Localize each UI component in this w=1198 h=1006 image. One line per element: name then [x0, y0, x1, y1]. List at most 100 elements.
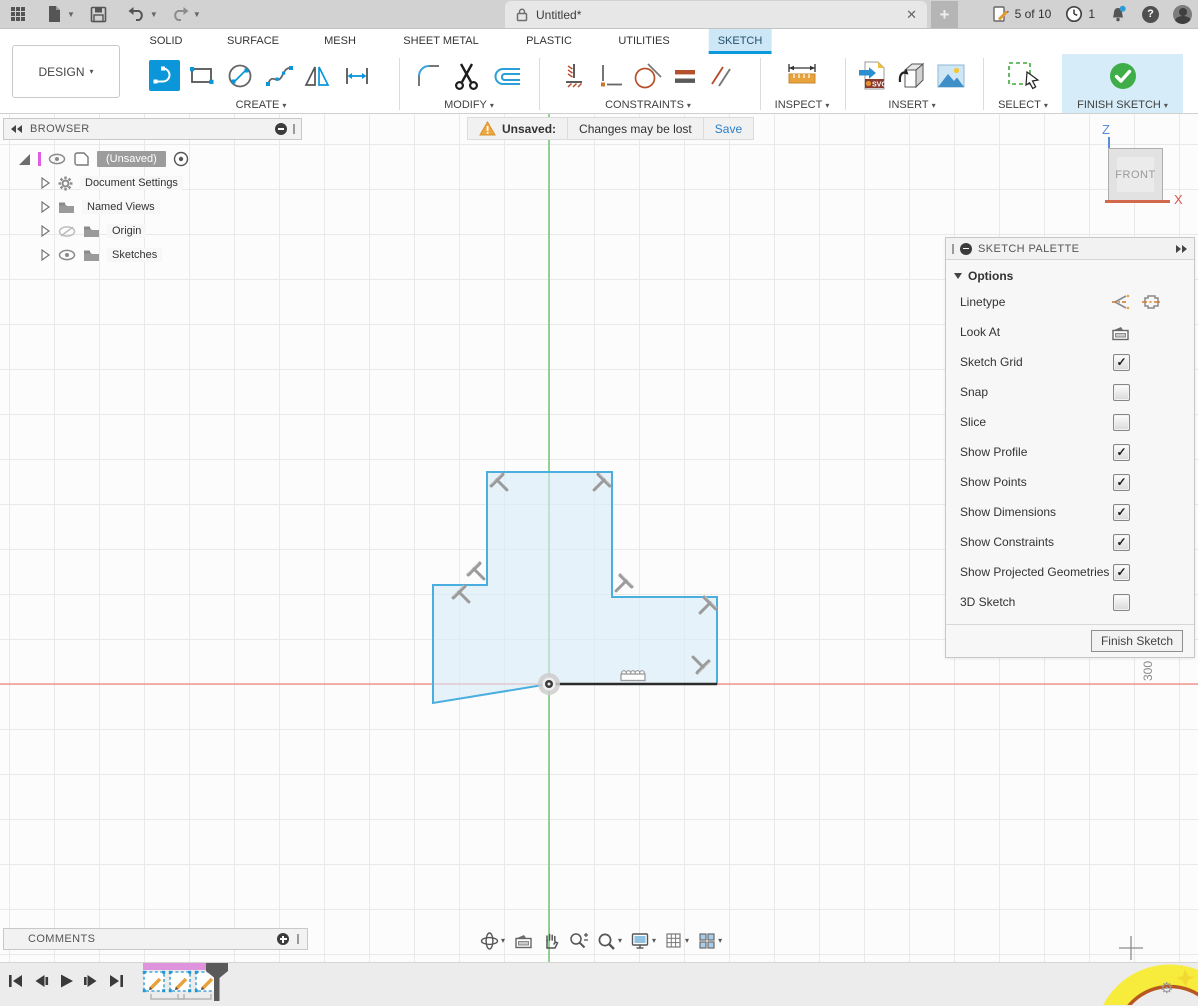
file-menu-icon[interactable] [42, 2, 66, 26]
zoom-control[interactable] [569, 932, 588, 950]
comments-grip[interactable] [297, 934, 299, 944]
save-link[interactable]: Save [715, 122, 742, 136]
snap-checkbox[interactable] [1113, 384, 1130, 401]
help-icon[interactable]: ? [1142, 6, 1159, 23]
insert-mesh-icon[interactable] [896, 60, 928, 91]
3d-sketch-checkbox[interactable] [1113, 594, 1130, 611]
constraints-menu[interactable]: CONSTRAINTS ▾ [605, 97, 691, 113]
show-dimensions-checkbox[interactable] [1113, 504, 1130, 521]
look-at-icon[interactable] [1111, 324, 1130, 341]
comments-header[interactable]: COMMENTS [3, 928, 308, 950]
offset-tool-icon[interactable] [490, 61, 524, 91]
tab-plastic[interactable]: PLASTIC [517, 28, 581, 54]
browser-collapse-icon[interactable] [275, 123, 287, 135]
browser-item-sketches[interactable]: Sketches [3, 243, 302, 267]
show-constraints-checkbox[interactable] [1113, 534, 1130, 551]
look-at-control[interactable] [514, 932, 533, 949]
finish-sketch-button[interactable]: Finish Sketch [1091, 630, 1183, 652]
sketch-palette-header[interactable]: SKETCH PALETTE [946, 238, 1194, 260]
go-to-start-icon[interactable] [8, 973, 24, 989]
collapse-left-icon[interactable] [10, 124, 24, 134]
select-menu[interactable]: SELECT ▾ [998, 97, 1048, 113]
circle-tool-icon[interactable] [224, 60, 256, 92]
browser-item-document-settings[interactable]: Document Settings [3, 171, 302, 195]
create-menu[interactable]: CREATE ▾ [236, 97, 287, 113]
orbit-caret-icon[interactable]: ▾ [501, 936, 505, 945]
sketch-dimension-tool-icon[interactable] [341, 61, 373, 91]
show-points-checkbox[interactable] [1113, 474, 1130, 491]
eye-icon[interactable] [48, 153, 66, 165]
new-tab-button[interactable]: + [931, 1, 958, 28]
file-menu-caret[interactable]: ▼ [67, 10, 75, 19]
tab-mesh[interactable]: MESH [315, 28, 365, 54]
insert-svg-icon[interactable]: SVG [857, 60, 889, 91]
go-to-end-icon[interactable] [108, 973, 124, 989]
select-tool-icon[interactable] [1005, 59, 1041, 93]
timeline-sketch-feature[interactable] [169, 971, 191, 992]
notification-center[interactable]: 1 [1065, 5, 1095, 23]
eye-hidden-icon[interactable] [58, 225, 76, 238]
app-grid-icon[interactable] [6, 2, 30, 26]
display-settings-caret-icon[interactable]: ▾ [652, 936, 656, 945]
timeline-sketch-feature[interactable] [143, 971, 165, 992]
tab-utilities[interactable]: UTILITIES [609, 28, 678, 54]
sketch-origin-point[interactable] [538, 673, 560, 695]
tangent-constraint-icon[interactable] [632, 61, 664, 91]
expand-arrow-icon[interactable] [39, 177, 51, 189]
display-settings-control[interactable]: ▾ [631, 932, 656, 950]
document-tab[interactable]: Untitled* ✕ [505, 1, 927, 28]
browser-item-origin[interactable]: Origin [3, 219, 302, 243]
grid-settings-control[interactable]: ▾ [665, 932, 689, 950]
browser-grip[interactable] [293, 124, 295, 134]
add-comment-icon[interactable] [277, 933, 289, 945]
close-tab-icon[interactable]: ✕ [906, 7, 917, 23]
centerline-linetype-icon[interactable] [1111, 293, 1130, 311]
expand-arrow-icon[interactable] [39, 201, 51, 213]
sketch-grid-checkbox[interactable] [1113, 354, 1130, 371]
step-forward-icon[interactable] [83, 973, 99, 989]
save-icon[interactable] [87, 2, 111, 26]
play-icon[interactable] [58, 973, 74, 989]
slice-checkbox[interactable] [1113, 414, 1130, 431]
browser-root-row[interactable]: (Unsaved) [3, 147, 302, 171]
collapse-right-icon[interactable] [1174, 244, 1188, 254]
undo-caret[interactable]: ▼ [150, 10, 158, 19]
insert-menu[interactable]: INSERT ▾ [888, 97, 935, 113]
fillet-tool-icon[interactable] [414, 61, 444, 91]
zoom-window-control[interactable]: ▾ [597, 932, 622, 950]
view-cube-front-face[interactable]: FRONT [1108, 148, 1163, 201]
tab-sketch[interactable]: SKETCH [709, 28, 772, 54]
horizontal-constraint-icon[interactable] [621, 671, 645, 681]
modify-menu[interactable]: MODIFY ▾ [444, 97, 494, 113]
alerts-bell[interactable] [1109, 5, 1128, 24]
rectangle-tool-icon[interactable] [187, 61, 217, 91]
item-label[interactable]: Named Views [82, 200, 160, 214]
expand-arrow-icon[interactable] [39, 225, 51, 237]
line-tool-icon[interactable] [149, 60, 180, 91]
trim-tool-icon[interactable] [451, 60, 483, 92]
step-back-icon[interactable] [33, 973, 49, 989]
spline-tool-icon[interactable] [263, 61, 295, 91]
grid-settings-caret-icon[interactable]: ▾ [685, 936, 689, 945]
item-label[interactable]: Origin [107, 224, 146, 238]
finish-sketch-icon[interactable] [1108, 61, 1138, 91]
sketch-profile[interactable] [433, 472, 717, 703]
equal-constraint-icon[interactable] [671, 62, 699, 90]
design-workspace-selector[interactable]: DESIGN ▾ [12, 45, 120, 98]
measure-tool-icon[interactable] [785, 61, 819, 91]
redo-caret[interactable]: ▼ [193, 10, 201, 19]
browser-item-named-views[interactable]: Named Views [3, 195, 302, 219]
palette-collapse-icon[interactable] [960, 243, 972, 255]
save-action[interactable]: Save [704, 117, 754, 140]
inspect-menu[interactable]: INSPECT ▾ [775, 97, 830, 113]
zoom-window-caret-icon[interactable]: ▾ [618, 936, 622, 945]
eye-icon[interactable] [58, 249, 76, 261]
mirror-tool-icon[interactable] [302, 61, 334, 91]
horizontal-vertical-constraint-icon[interactable] [595, 61, 625, 91]
viewports-caret-icon[interactable]: ▾ [718, 936, 722, 945]
view-cube[interactable]: Z FRONT X [1090, 118, 1198, 214]
orbit-control[interactable]: ▾ [480, 932, 505, 950]
redo-icon[interactable] [168, 2, 192, 26]
tab-solid[interactable]: SOLID [140, 28, 191, 54]
item-label[interactable]: Sketches [107, 248, 162, 262]
